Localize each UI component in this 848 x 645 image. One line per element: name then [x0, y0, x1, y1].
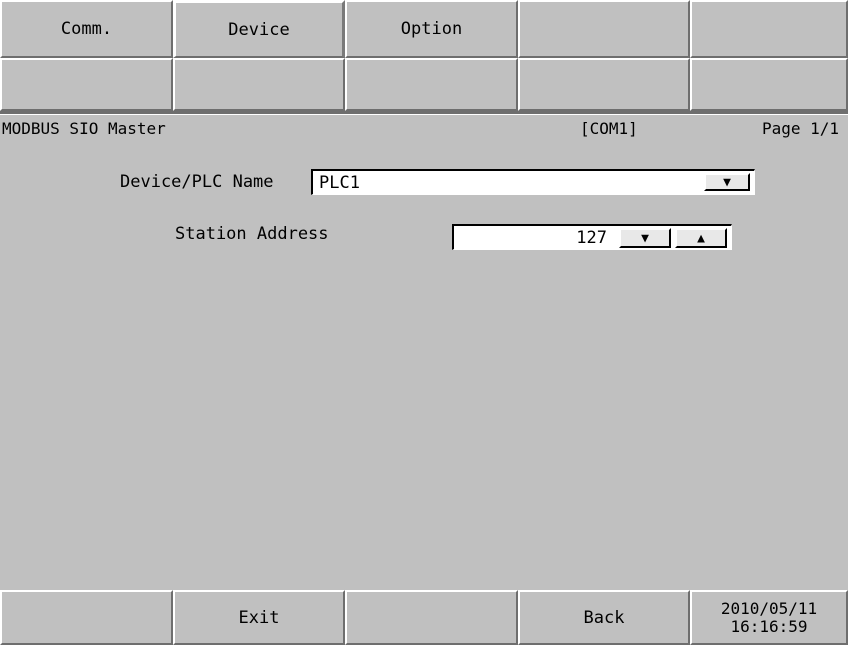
secondary-cell-5: [690, 58, 848, 111]
triangle-down-icon: ▼: [641, 230, 649, 246]
secondary-cell-1: [0, 58, 173, 111]
back-button[interactable]: Back: [518, 590, 690, 645]
device-plc-name-label: Device/PLC Name: [120, 172, 274, 192]
port-label: [COM1]: [580, 119, 638, 138]
back-label: Back: [583, 607, 625, 628]
tab-empty-4: [518, 0, 690, 58]
secondary-cell-4: [518, 58, 690, 111]
time-text: 16:16:59: [730, 616, 808, 636]
device-dropdown-button[interactable]: ▼: [704, 173, 750, 191]
footer-empty-3: [345, 590, 518, 645]
secondary-cell-2: [173, 58, 345, 111]
station-address-value: 127: [576, 228, 607, 248]
tab-empty-5: [690, 0, 848, 58]
station-address-label: Station Address: [175, 224, 329, 244]
tab-comm[interactable]: Comm.: [0, 0, 173, 58]
device-plc-name-select[interactable]: PLC1 ▼: [311, 169, 755, 195]
tab-device-label: Device: [228, 19, 290, 40]
tab-option[interactable]: Option: [345, 0, 518, 58]
exit-button[interactable]: Exit: [173, 590, 345, 645]
tab-bar: Comm. Device Option: [0, 0, 848, 58]
exit-label: Exit: [238, 607, 280, 628]
station-address-field[interactable]: 127 ▼ ▲: [452, 224, 732, 250]
chevron-down-icon: ▼: [723, 174, 731, 190]
secondary-bar: [0, 58, 848, 111]
footer-empty-1: [0, 590, 173, 645]
triangle-up-icon: ▲: [697, 230, 705, 246]
station-increment-button[interactable]: ▲: [675, 228, 727, 248]
tab-option-label: Option: [400, 19, 463, 39]
footer-bar: Exit Back 2010/05/11 16:16:59: [0, 590, 848, 645]
secondary-cell-3: [345, 58, 518, 111]
page-indicator: Page 1/1: [762, 119, 840, 138]
tab-device[interactable]: Device: [173, 0, 345, 58]
tab-comm-label: Comm.: [60, 19, 113, 39]
datetime-display: 2010/05/11 16:16:59: [690, 590, 848, 645]
info-header: MODBUS SIO Master [COM1] Page 1/1: [0, 115, 848, 141]
protocol-name: MODBUS SIO Master: [2, 119, 166, 138]
station-decrement-button[interactable]: ▼: [619, 228, 671, 248]
device-plc-name-value: PLC1: [319, 173, 360, 193]
date-text: 2010/05/11: [720, 598, 818, 618]
